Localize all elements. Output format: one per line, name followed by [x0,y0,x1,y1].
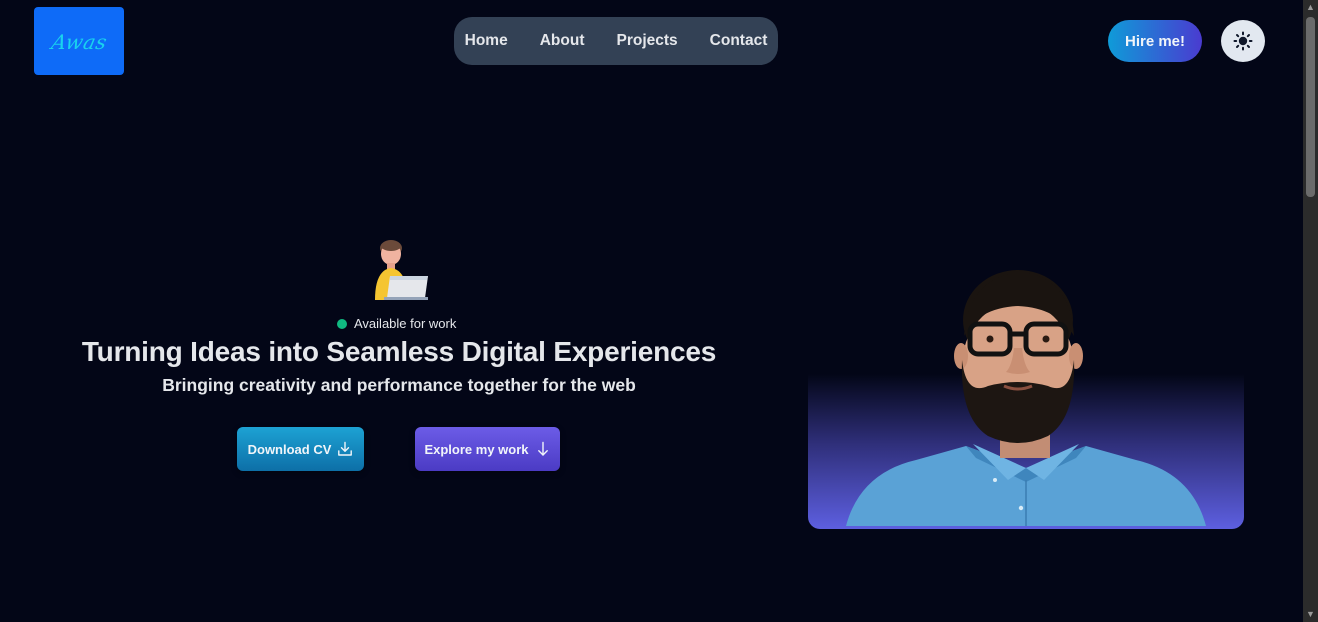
availability-status: Available for work [337,316,456,331]
explore-work-label: Explore my work [424,441,529,457]
logo-text: Awas [49,30,109,54]
sun-icon [1233,31,1253,51]
hero-subheadline: Bringing creativity and performance toge… [162,375,636,395]
status-text: Available for work [354,316,457,331]
main-nav: Home About Projects Contact [454,17,778,65]
theme-toggle-button[interactable] [1221,20,1265,62]
download-cv-button[interactable]: Download CV [237,427,364,471]
explore-work-button[interactable]: Explore my work [415,427,560,471]
page: Awas Home About Projects Contact Hire me… [0,0,1318,622]
status-dot [337,318,347,329]
scroll-up-icon[interactable]: ▲ [1303,0,1318,15]
nav-item-home[interactable]: Home [449,32,524,50]
profile-photo-card [808,268,1244,529]
arrow-down-icon [537,441,548,456]
scrollbar-thumb[interactable] [1306,17,1315,197]
nav-item-about[interactable]: About [524,32,601,50]
nav-item-projects[interactable]: Projects [600,32,693,50]
download-icon [338,441,353,456]
hero-headline: Turning Ideas into Seamless Digital Expe… [81,336,717,367]
scroll-down-icon[interactable]: ▼ [1303,607,1318,622]
hire-me-button[interactable]: Hire me! [1108,20,1202,62]
profile-photo [846,270,1206,526]
person-with-laptop-icon [375,240,428,300]
page-scrollbar[interactable]: ▲ ▼ [1303,0,1318,622]
site-logo[interactable]: Awas [34,7,124,75]
download-cv-label: Download CV [247,441,332,457]
nav-item-contact[interactable]: Contact [694,32,784,50]
